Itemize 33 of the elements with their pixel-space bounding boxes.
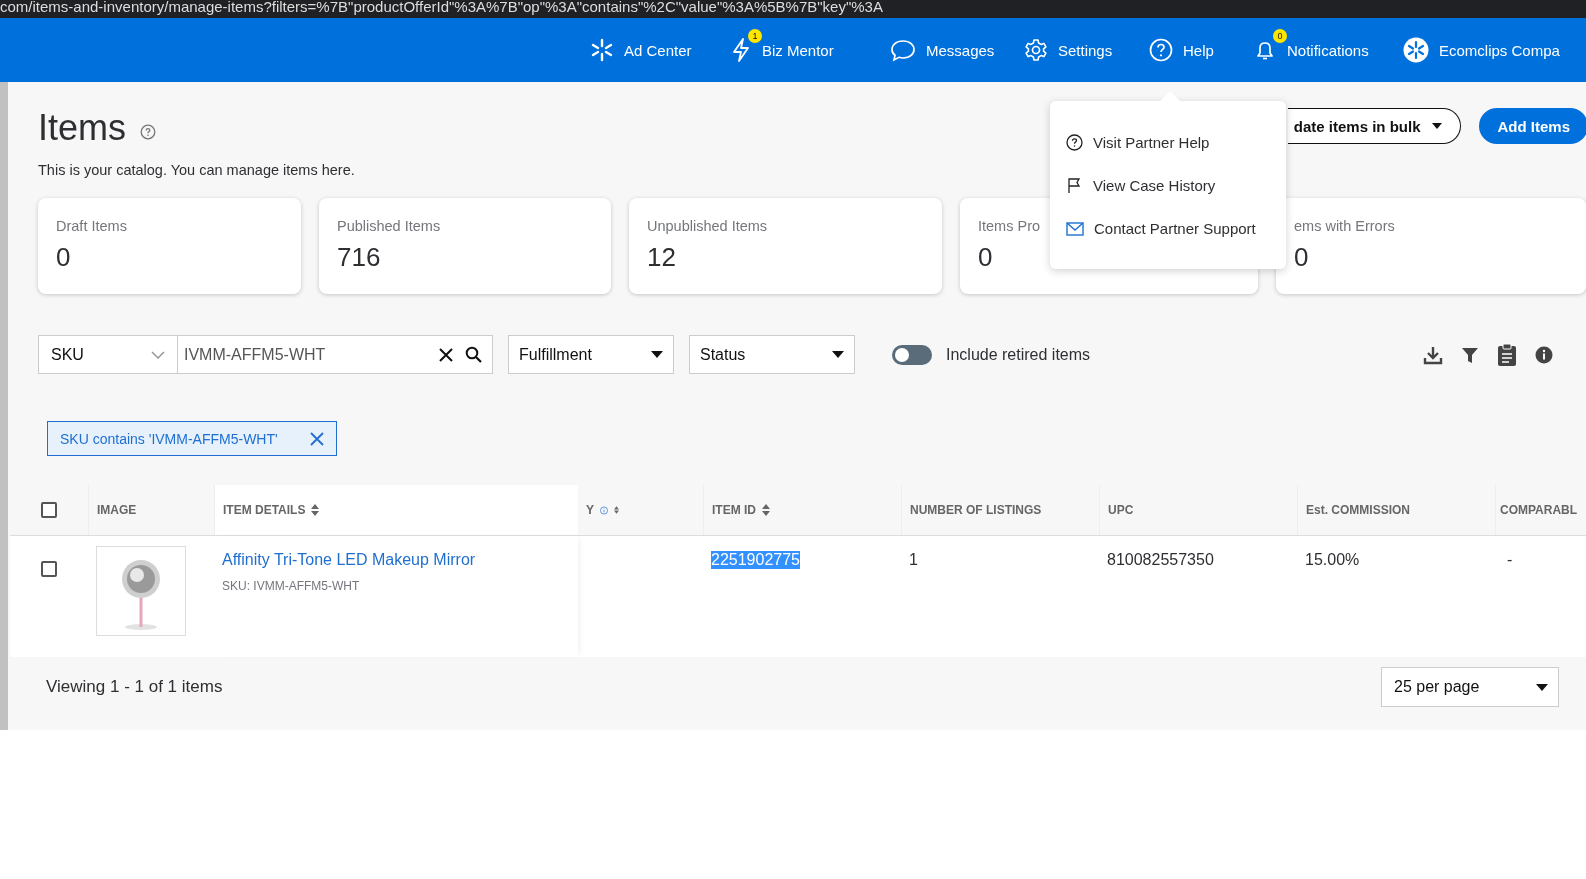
column-header: ITEM DETAILS xyxy=(223,503,306,517)
select-value: SKU xyxy=(51,345,84,364)
stat-value: 12 xyxy=(647,242,676,273)
column-header: COMPARABL xyxy=(1500,503,1578,517)
sku-text: SKU: IVMM-AFFM5-WHT xyxy=(222,579,360,593)
table-cell: 15.00% xyxy=(1305,551,1360,569)
stat-value: 0 xyxy=(56,242,71,273)
stat-label: ems with Errors xyxy=(1294,218,1395,234)
stat-label: Unpublished Items xyxy=(647,218,768,234)
page-subtitle: This is your catalog. You can manage items here. xyxy=(38,162,356,178)
stat-label: Published Items xyxy=(337,218,441,234)
stat-label: Draft Items xyxy=(56,218,127,234)
stat-value: 716 xyxy=(337,242,381,273)
column-header: ITEM ID xyxy=(712,503,756,517)
count-badge: 0 xyxy=(1273,29,1287,43)
chip-label: SKU contains 'IVMM-AFFM5-WHT' xyxy=(60,430,278,447)
column-header: IMAGE xyxy=(97,503,137,517)
stat-value: 0 xyxy=(1294,242,1309,273)
count-badge: 1 xyxy=(748,29,762,43)
column-header: Y xyxy=(586,503,594,517)
page-title: Items xyxy=(38,107,126,149)
column-header: Est. COMMISSION xyxy=(1306,503,1410,517)
table-cell: - xyxy=(1507,551,1513,569)
column-header: NUMBER OF LISTINGS xyxy=(910,503,1042,517)
table-cell: 2251902775 xyxy=(711,551,800,569)
stat-value: 0 xyxy=(978,242,993,273)
url-text: com/items-and-inventory/manage-items?filters=%7B"productOfferId"%3A%7B"op"%3A"contains"%2C"value"%3A%5B%7B"key"%3A xyxy=(0,0,883,14)
column-header: UPC xyxy=(1108,503,1134,517)
pagination-summary: Viewing 1 - 1 of 1 items xyxy=(46,677,223,697)
table-cell: 1 xyxy=(909,551,918,569)
stat-label: Items Pro xyxy=(978,218,1041,234)
toggle-label: Include retired items xyxy=(946,345,1091,364)
table-cell: 810082557350 xyxy=(1107,551,1214,569)
